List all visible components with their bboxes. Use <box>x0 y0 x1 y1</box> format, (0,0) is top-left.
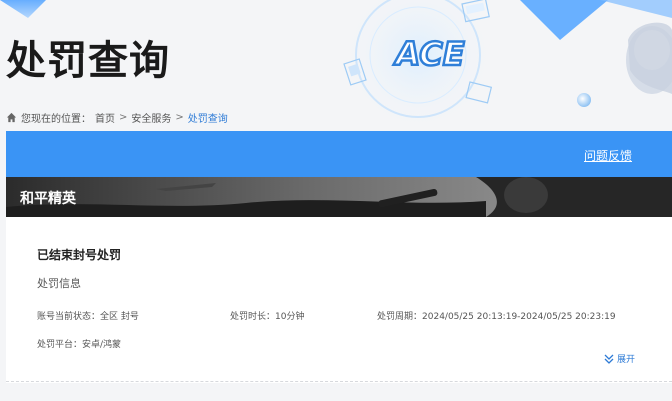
breadcrumb-security[interactable]: 安全服务 <box>131 110 171 125</box>
breadcrumb-home[interactable]: 首页 <box>95 110 115 125</box>
game-header: 和平精英 <box>6 177 672 217</box>
hero-header: ACE 处罚查询 您现在的位置： 首页 > 安全服务 > 处罚查询 <box>0 0 672 130</box>
duration-field: 处罚时长：10分钟 <box>230 309 304 322</box>
query-banner: 问题反馈 <box>6 131 672 177</box>
breadcrumb: 您现在的位置： 首页 > 安全服务 > 处罚查询 <box>6 110 228 125</box>
account-status-field: 账号当前状态：全区 封号 <box>37 309 139 322</box>
platform-field: 处罚平台：安卓/鸿蒙 <box>37 337 121 350</box>
platform-value: 安卓/鸿蒙 <box>82 340 122 350</box>
account-status-label: 账号当前状态： <box>37 312 101 322</box>
game-name: 和平精英 <box>20 191 76 207</box>
platform-label: 处罚平台： <box>37 340 83 350</box>
account-status-value: 全区 封号 <box>100 312 139 322</box>
penalty-record-card: 已结束封号处罚 处罚信息 账号当前状态：全区 封号 处罚时长：10分钟 处罚周期… <box>6 217 672 383</box>
expand-button[interactable]: 展开 <box>604 352 635 365</box>
chevron-double-down-icon <box>604 354 614 364</box>
page-title: 处罚查询 <box>6 38 170 84</box>
record-title: 已结束封号处罚 <box>37 248 122 262</box>
period-value: 2024/05/25 20:13:19-2024/05/25 20:23:19 <box>422 312 616 322</box>
home-icon <box>6 112 17 122</box>
divider <box>6 381 672 382</box>
duration-label: 处罚时长： <box>230 312 276 322</box>
duration-value: 10分钟 <box>275 312 305 322</box>
ace-logo: ACE <box>330 0 530 120</box>
section-label: 处罚信息 <box>37 277 81 290</box>
breadcrumb-separator: > <box>119 111 128 123</box>
breadcrumb-separator: > <box>175 111 184 123</box>
game-banner-image <box>6 177 672 217</box>
breadcrumb-prefix: 您现在的位置： <box>21 113 91 125</box>
period-label: 处罚周期： <box>377 312 423 322</box>
ace-logo-text: ACE <box>392 35 464 73</box>
period-field: 处罚周期：2024/05/25 20:13:19-2024/05/25 20:2… <box>377 309 616 322</box>
feedback-link[interactable]: 问题反馈 <box>584 147 632 164</box>
expand-label: 展开 <box>617 355 636 365</box>
breadcrumb-current[interactable]: 处罚查询 <box>188 110 228 125</box>
